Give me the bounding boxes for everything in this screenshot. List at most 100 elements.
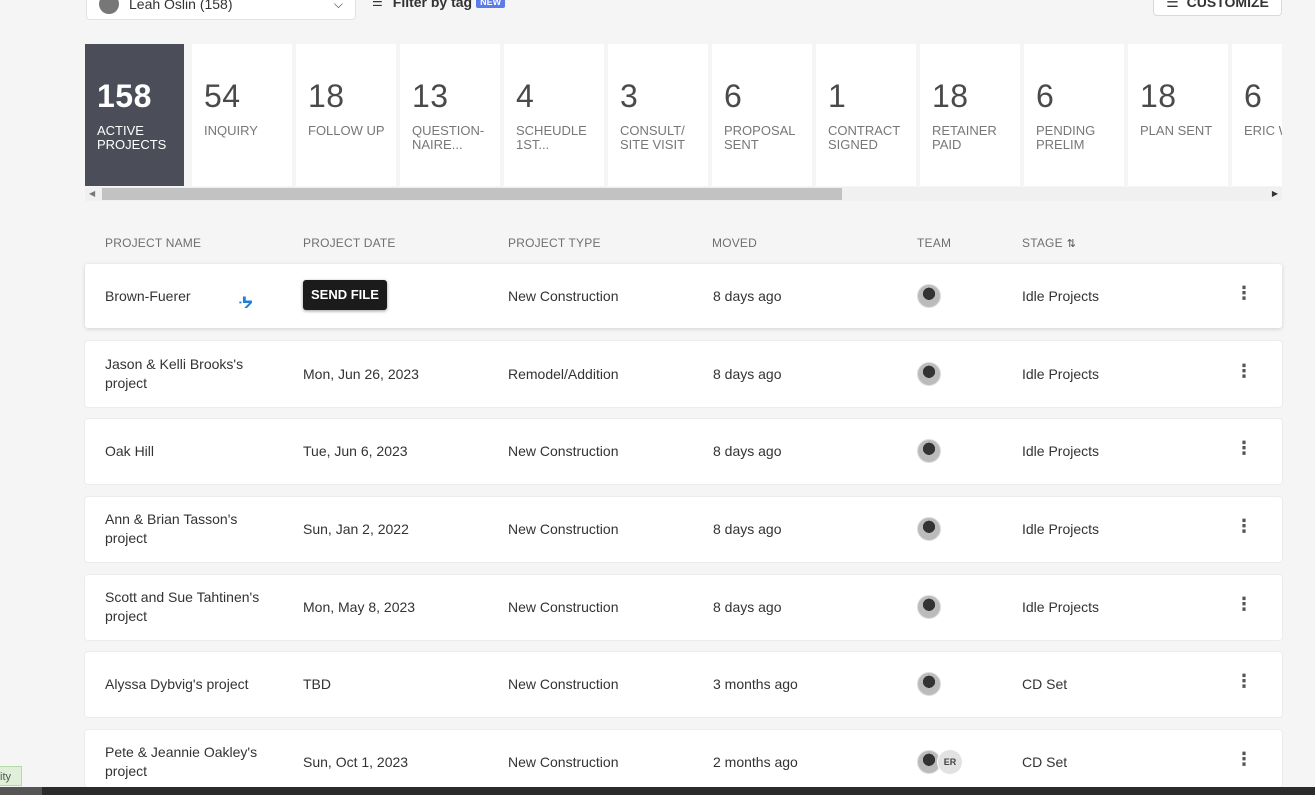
table-row[interactable]: Jason & Kelli Brooks's project Mon, Jun …	[85, 341, 1282, 407]
project-name[interactable]: Scott and Sue Tahtinen's project	[105, 588, 275, 626]
side-tab[interactable]: ity	[0, 766, 22, 786]
stage-card-pending-prelim[interactable]: 6 PENDING PRELIM	[1024, 44, 1124, 186]
stage-label: INQUIRY	[204, 123, 258, 138]
stage-label: QUESTION-NAIRE...	[412, 123, 485, 152]
project-name[interactable]: Jason & Kelli Brooks's project	[105, 355, 275, 393]
stage: Idle Projects	[1022, 443, 1100, 459]
sort-icon[interactable]: ⇅	[1067, 238, 1076, 250]
stage-card-follow-up[interactable]: 18 FOLLOW UP	[296, 44, 396, 186]
user-avatar	[99, 0, 119, 14]
more-options-icon[interactable]: ⋮	[1235, 439, 1253, 458]
table-row[interactable]: Oak Hill Tue, Jun 6, 2023 New Constructi…	[85, 419, 1282, 484]
project-name[interactable]: Alyssa Dybvig's project	[105, 675, 275, 694]
team	[917, 284, 941, 308]
stage-card-consult-site-visit[interactable]: 3 CONSULT/ SITE VISIT	[608, 44, 708, 186]
stage-card-eric-work[interactable]: 6 ERIC WORK	[1232, 44, 1282, 186]
filter-icon: ☰	[372, 0, 383, 9]
stage-card-retainer-paid[interactable]: 18 RETAINER PAID	[920, 44, 1020, 186]
team	[917, 517, 941, 541]
bottom-bar-segment	[0, 787, 42, 795]
stage-count: 54	[204, 78, 241, 114]
stage-count: 6	[724, 78, 743, 114]
project-date: Mon, May 8, 2023	[303, 599, 416, 615]
scrollbar-thumb[interactable]	[102, 188, 842, 200]
team-avatar[interactable]	[917, 595, 941, 619]
more-options-icon[interactable]: ⋮	[1235, 595, 1253, 614]
send-file-button[interactable]: SEND FILE	[303, 280, 387, 310]
header-moved[interactable]: MOVED	[712, 236, 757, 250]
project-name[interactable]: Oak Hill	[105, 442, 275, 461]
team-avatar[interactable]	[917, 362, 941, 386]
team-avatar[interactable]	[917, 439, 941, 463]
stage-label: PLAN SENT	[1140, 123, 1213, 138]
team: ER	[917, 749, 963, 775]
customize-button[interactable]: ☰ CUSTOMIZE	[1153, 0, 1282, 16]
stage-count: 4	[516, 78, 535, 114]
table-row[interactable]: Alyssa Dybvig's project TBD New Construc…	[85, 652, 1282, 717]
bottom-bar	[0, 787, 1315, 795]
header-project-name[interactable]: PROJECT NAME	[105, 236, 201, 250]
stage-count: 18	[932, 78, 969, 114]
more-options-icon[interactable]: ⋮	[1235, 362, 1253, 381]
header-team[interactable]: TEAM	[917, 236, 951, 250]
project-name[interactable]: Ann & Brian Tasson's project	[105, 510, 275, 548]
stage-card-schedule-1st[interactable]: 4 SCHEUDLE 1ST...	[504, 44, 604, 186]
stage-label: CONSULT/ SITE VISIT	[620, 123, 686, 152]
table-row[interactable]: Scott and Sue Tahtinen's project Mon, Ma…	[85, 575, 1282, 640]
more-options-icon[interactable]: ⋮	[1235, 750, 1253, 769]
stage-card-contract-signed[interactable]: 1 CONTRACT SIGNED	[816, 44, 916, 186]
stage: CD Set	[1022, 676, 1068, 692]
more-options-icon[interactable]: ⋮	[1235, 517, 1253, 536]
stage-label: CONTRACT SIGNED	[828, 123, 900, 152]
team-avatar[interactable]	[917, 284, 941, 308]
stage-label: PROPOSAL SENT	[724, 123, 796, 152]
sliders-icon: ☰	[1166, 0, 1179, 10]
moved: 8 days ago	[713, 521, 782, 537]
chevron-down-icon: ⌵	[333, 0, 343, 11]
stage-label: SCHEUDLE 1ST...	[516, 123, 587, 152]
project-type: Remodel/Addition	[508, 366, 619, 382]
header-project-date[interactable]: PROJECT DATE	[303, 236, 396, 250]
table-row[interactable]: Pete & Jeannie Oakley's project Sun, Oct…	[85, 730, 1282, 787]
project-date: Tue, Jun 6, 2023	[303, 443, 408, 459]
team	[917, 672, 941, 696]
stage-count: 158	[97, 78, 152, 114]
horizontal-scrollbar[interactable]: ◀ ▶	[85, 187, 1282, 201]
stage-card-plan-sent[interactable]: 18 PLAN SENT	[1128, 44, 1228, 186]
stage-count: 18	[308, 78, 345, 114]
project-type: New Construction	[508, 676, 619, 692]
project-name[interactable]: Pete & Jeannie Oakley's project	[105, 743, 275, 781]
team	[917, 362, 941, 386]
stage: Idle Projects	[1022, 521, 1100, 537]
stage-label: FOLLOW UP	[308, 123, 385, 138]
header-project-type[interactable]: PROJECT TYPE	[508, 236, 601, 250]
scroll-left-icon[interactable]: ◀	[89, 187, 95, 201]
table-row[interactable]: Brown-Fuerer ᔹ SEND FILE New Constructio…	[85, 264, 1282, 328]
stage-card-inquiry[interactable]: 54 INQUIRY	[192, 44, 292, 186]
stage-count: 3	[620, 78, 639, 114]
project-type: New Construction	[508, 599, 619, 615]
team-avatar-initials[interactable]: ER	[937, 749, 963, 775]
stage-label: ERIC WORK	[1244, 123, 1282, 138]
table-row[interactable]: Ann & Brian Tasson's project Sun, Jan 2,…	[85, 497, 1282, 562]
filter-by-tag-button[interactable]: ☰ Filter by tag NEW	[372, 0, 506, 10]
team-avatar[interactable]	[917, 672, 941, 696]
team	[917, 595, 941, 619]
stage-card-active-projects[interactable]: 158 ACTIVE PROJECTS	[85, 44, 184, 186]
stage-count: 6	[1244, 78, 1263, 114]
stage-label: ACTIVE PROJECTS	[97, 123, 167, 152]
project-date: TBD	[303, 676, 331, 692]
more-options-icon[interactable]: ⋮	[1235, 672, 1253, 691]
team-avatar[interactable]	[917, 517, 941, 541]
project-date: Sun, Jan 2, 2022	[303, 521, 409, 537]
project-type: New Construction	[508, 443, 619, 459]
moved: 8 days ago	[713, 599, 782, 615]
stage: Idle Projects	[1022, 288, 1100, 304]
header-stage[interactable]: STAGE ⇅	[1022, 236, 1076, 250]
stage-card-proposal-sent[interactable]: 6 PROPOSAL SENT	[712, 44, 812, 186]
user-select[interactable]: Leah Oslin (158) ⌵	[86, 0, 356, 20]
scroll-right-icon[interactable]: ▶	[1272, 187, 1278, 201]
stage-card-questionnaire[interactable]: 13 QUESTION-NAIRE...	[400, 44, 500, 186]
more-options-icon[interactable]: ⋮	[1235, 284, 1253, 303]
stage-strip: 158 ACTIVE PROJECTS 54 INQUIRY 18 FOLLOW…	[85, 44, 1282, 186]
